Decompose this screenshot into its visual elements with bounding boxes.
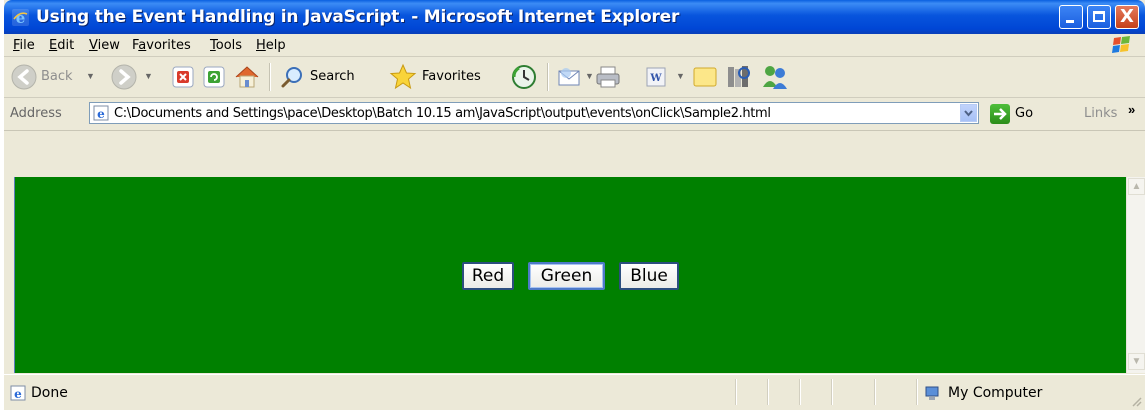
blue-button[interactable]: Blue bbox=[619, 262, 679, 290]
mail-icon[interactable] bbox=[557, 65, 583, 89]
status-divider bbox=[916, 379, 918, 405]
search-icon[interactable] bbox=[280, 65, 304, 89]
svg-text:e: e bbox=[16, 9, 26, 26]
address-url[interactable]: C:\Documents and Settings\pace\Desktop\B… bbox=[114, 106, 771, 121]
menu-bar: File Edit View Favorites Tools Help bbox=[4, 34, 1145, 57]
svg-text:e: e bbox=[14, 387, 22, 401]
status-divider bbox=[735, 379, 737, 405]
svg-text:W: W bbox=[649, 73, 662, 84]
minimize-icon bbox=[1066, 20, 1074, 23]
vertical-scrollbar[interactable]: ▲ ▼ bbox=[1126, 177, 1145, 373]
edit-dropdown-icon[interactable]: ▼ bbox=[676, 71, 685, 81]
edit-word-icon[interactable]: W bbox=[644, 66, 668, 88]
address-input[interactable]: e C:\Documents and Settings\pace\Desktop… bbox=[89, 102, 979, 124]
forward-dropdown-icon[interactable]: ▼ bbox=[144, 71, 153, 81]
close-button[interactable]: X bbox=[1115, 5, 1139, 29]
status-text: Done bbox=[31, 385, 68, 401]
stop-icon[interactable] bbox=[171, 65, 195, 89]
toolbar-separator bbox=[269, 63, 271, 91]
mail-dropdown-icon[interactable]: ▼ bbox=[585, 71, 594, 81]
back-arrow-icon[interactable] bbox=[10, 63, 38, 91]
my-computer-icon bbox=[925, 386, 939, 400]
page-content: Red Green Blue bbox=[14, 177, 1127, 373]
forward-arrow-icon[interactable] bbox=[110, 63, 138, 91]
standard-toolbar: Back ▼ ▼ Search Favorites ▼ W ▼ bbox=[4, 57, 1145, 98]
window-title: Using the Event Handling in JavaScript. … bbox=[36, 7, 680, 27]
scroll-down-button[interactable]: ▼ bbox=[1128, 353, 1145, 370]
favorites-label[interactable]: Favorites bbox=[422, 69, 481, 84]
title-bar[interactable]: e Using the Event Handling in JavaScript… bbox=[4, 0, 1145, 34]
scroll-up-button[interactable]: ▲ bbox=[1128, 178, 1145, 195]
security-zone-text: My Computer bbox=[948, 385, 1043, 401]
resize-grip-icon[interactable] bbox=[1130, 395, 1142, 407]
print-icon[interactable] bbox=[594, 65, 622, 89]
maximize-button[interactable] bbox=[1087, 5, 1111, 29]
menu-help[interactable]: Help bbox=[256, 38, 286, 53]
menu-edit[interactable]: Edit bbox=[49, 38, 74, 53]
browser-window: e Using the Event Handling in JavaScript… bbox=[4, 0, 1145, 410]
discuss-icon[interactable] bbox=[692, 65, 718, 89]
chevron-down-icon bbox=[964, 110, 973, 117]
toolbar-separator bbox=[547, 63, 549, 91]
svg-text:e: e bbox=[97, 107, 105, 121]
links-chevron-icon[interactable]: » bbox=[1128, 102, 1135, 117]
red-button[interactable]: Red bbox=[462, 262, 514, 290]
address-dropdown-button[interactable] bbox=[960, 104, 977, 122]
refresh-icon[interactable] bbox=[202, 65, 226, 89]
back-dropdown-icon[interactable]: ▼ bbox=[86, 71, 95, 81]
favorites-star-icon[interactable] bbox=[389, 63, 417, 91]
minimize-button[interactable] bbox=[1059, 5, 1083, 29]
close-icon: X bbox=[1120, 6, 1134, 27]
menu-favorites[interactable]: Favorites bbox=[132, 38, 191, 53]
maximize-icon bbox=[1093, 11, 1105, 22]
search-label[interactable]: Search bbox=[310, 69, 355, 84]
green-button[interactable]: Green bbox=[528, 262, 605, 290]
status-divider bbox=[831, 379, 833, 405]
address-bar: Address e C:\Documents and Settings\pace… bbox=[4, 98, 1145, 131]
back-label[interactable]: Back bbox=[41, 69, 73, 84]
menu-file[interactable]: File bbox=[13, 38, 35, 53]
status-divider bbox=[799, 379, 801, 405]
messenger-icon[interactable] bbox=[760, 63, 790, 91]
history-icon[interactable] bbox=[510, 63, 538, 91]
links-label[interactable]: Links bbox=[1084, 106, 1117, 121]
status-bar: e Done My Computer bbox=[4, 374, 1145, 410]
menu-view[interactable]: View bbox=[89, 38, 120, 53]
go-button[interactable] bbox=[990, 104, 1010, 124]
go-label[interactable]: Go bbox=[1015, 106, 1033, 121]
windows-flag-icon bbox=[1112, 36, 1130, 53]
status-divider bbox=[874, 379, 876, 405]
home-icon[interactable] bbox=[233, 63, 261, 91]
ie-logo-icon: e bbox=[12, 9, 29, 26]
status-divider bbox=[767, 379, 769, 405]
page-icon: e bbox=[93, 105, 109, 121]
menu-tools[interactable]: Tools bbox=[210, 38, 242, 53]
research-icon[interactable] bbox=[724, 63, 752, 91]
page-done-icon: e bbox=[10, 385, 26, 401]
address-label: Address bbox=[10, 106, 62, 121]
go-arrow-icon bbox=[994, 108, 1007, 120]
